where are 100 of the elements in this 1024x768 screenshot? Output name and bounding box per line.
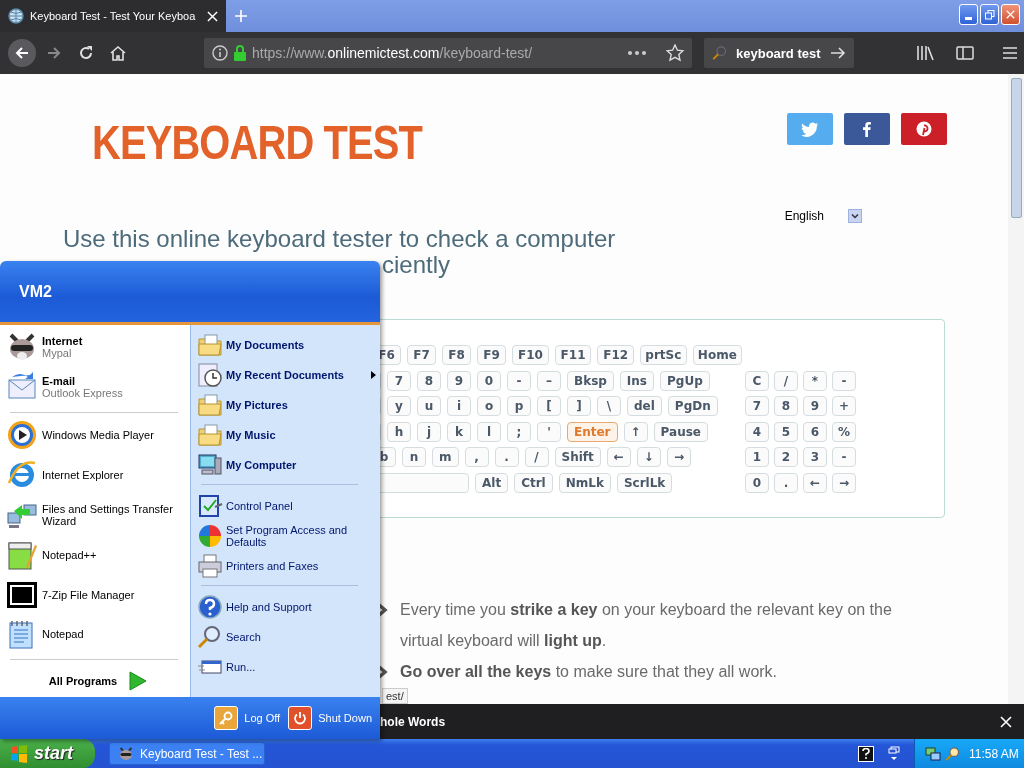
more-icon[interactable]	[628, 51, 646, 55]
keyboard-key: m	[432, 447, 459, 468]
keyboard-key: +	[832, 396, 856, 417]
search-field[interactable]: keyboard test	[736, 45, 822, 61]
question-icon	[862, 748, 870, 759]
plus-icon[interactable]	[234, 9, 248, 23]
facebook-icon	[863, 121, 871, 137]
info-icon	[212, 45, 228, 61]
share-button[interactable]	[844, 113, 890, 145]
keyboard-key: 5	[774, 421, 798, 442]
menu-item[interactable]: E-mail Outlook Express	[6, 366, 190, 407]
shut-down-button[interactable]: Shut Down	[288, 706, 372, 730]
taskbar-button[interactable]: Keyboard Test - Test ...	[109, 742, 265, 765]
menu-item[interactable]: Set Program Access and Defaults	[197, 521, 376, 551]
menu-item[interactable]: Internet Mypal	[6, 327, 190, 367]
search-icon	[945, 745, 961, 762]
menu-item[interactable]: Printers and Faxes	[197, 551, 376, 581]
keyboard-key: -	[507, 370, 531, 391]
keyboard-key: i	[447, 396, 471, 417]
keyboard-key: \	[597, 396, 621, 417]
search-icon	[712, 45, 728, 61]
keyboard-key: Pause	[653, 421, 708, 442]
keyboard-key: o	[477, 396, 501, 417]
back-button[interactable]	[8, 39, 36, 67]
browser-tab[interactable]: Keyboard Test - Test Your Keyboa	[0, 0, 226, 32]
submenu-arrow-icon	[371, 371, 376, 379]
close-icon[interactable]	[1000, 715, 1012, 728]
right-arrow-icon	[129, 671, 148, 692]
bird-icon	[801, 121, 819, 137]
windows-logo-icon	[10, 744, 28, 763]
menu-item[interactable]: Help and Support	[197, 592, 376, 622]
keyboard-key: 9	[803, 396, 827, 417]
dropdown-icon[interactable]	[848, 209, 862, 223]
share-button[interactable]	[901, 113, 947, 145]
keyboard-key: .	[774, 472, 798, 493]
menu-item[interactable]: Run...	[197, 652, 376, 682]
keyboard-key: ↑	[623, 421, 648, 442]
menu-item[interactable]: Search	[197, 622, 376, 652]
menu-item[interactable]: My Music	[197, 420, 376, 450]
keyboard-key: del	[627, 396, 662, 417]
keyboard-key: .	[494, 447, 519, 468]
keyboard-key: j	[417, 421, 441, 442]
keyboard-key: 6	[803, 421, 827, 442]
close-icon[interactable]	[207, 10, 218, 22]
keyboard-key: 9	[447, 370, 471, 391]
keyboard-key: ←	[606, 447, 631, 468]
language-select[interactable]: English	[784, 209, 824, 223]
keyboard-key: C	[745, 370, 769, 391]
menu-item[interactable]: Internet Explorer	[6, 455, 190, 496]
scrollbar[interactable]	[1008, 74, 1024, 704]
log-off-button[interactable]: Log Off	[214, 706, 281, 730]
menu-item[interactable]: Control Panel	[197, 491, 376, 521]
menu-item[interactable]: Windows Media Player	[6, 415, 190, 456]
sidebar-icon[interactable]	[956, 45, 974, 61]
menu-item[interactable]: Notepad++	[6, 534, 190, 575]
keyboard-key: Enter	[567, 421, 618, 442]
reload-icon[interactable]	[78, 45, 94, 61]
menu-item[interactable]: My Pictures	[197, 390, 376, 420]
keyboard-key: PgDn	[667, 396, 718, 417]
keyboard-key: ↓	[636, 447, 661, 468]
folder-icon	[197, 392, 223, 418]
keyboard-key: Ins	[619, 370, 654, 391]
window-switch-icon[interactable]	[888, 745, 900, 762]
restore-button[interactable]	[980, 4, 999, 25]
help-icon[interactable]	[858, 745, 874, 762]
menu-item[interactable]: My Recent Documents	[197, 360, 376, 390]
network-icon[interactable]	[925, 745, 941, 762]
star-icon[interactable]	[666, 44, 684, 62]
intro-heading: Use this online keyboard tester to check a computer	[63, 226, 617, 252]
address-bar[interactable]: https://www.onlinemictest.com/keyboard-test/	[204, 38, 692, 68]
keyboard-key: 0	[477, 370, 501, 391]
keyboard-key: 1	[745, 447, 769, 468]
keyboard-key: /	[524, 447, 549, 468]
search-box[interactable]: keyboard test	[704, 38, 854, 68]
keyboard-key: y	[387, 396, 411, 417]
arrow-icon[interactable]	[830, 45, 846, 61]
clock: 11:58 AM	[969, 746, 1019, 761]
keyboard-key: →	[666, 447, 691, 468]
all-programs-button[interactable]: All Programs	[6, 665, 190, 698]
forward-icon[interactable]	[46, 45, 62, 61]
home-icon[interactable]	[110, 45, 126, 61]
intro-heading: ciently	[381, 252, 452, 278]
menu-item[interactable]: 7-Zip File Manager	[6, 574, 190, 615]
back-icon	[14, 45, 30, 61]
keyboard-key: h	[387, 421, 411, 442]
control-panel-icon	[197, 493, 223, 519]
menu-icon[interactable]	[1002, 46, 1018, 60]
minimize-button[interactable]	[959, 4, 978, 25]
keyboard-key: 4	[745, 421, 769, 442]
page-title: KEYBOARD TEST	[92, 117, 423, 169]
keyboard-key: p	[507, 396, 531, 417]
keyboard-key: 0	[745, 472, 769, 493]
close-button[interactable]	[1001, 4, 1020, 25]
keyboard-key: ;	[507, 421, 531, 442]
caret-icon	[851, 213, 859, 219]
library-icon[interactable]	[916, 45, 934, 61]
menu-item[interactable]: Notepad	[6, 614, 190, 655]
menu-item[interactable]: Files and Settings Transfer Wizard	[6, 495, 190, 535]
computer-icon	[197, 452, 223, 478]
find-option[interactable]: hole Words	[380, 714, 1000, 729]
